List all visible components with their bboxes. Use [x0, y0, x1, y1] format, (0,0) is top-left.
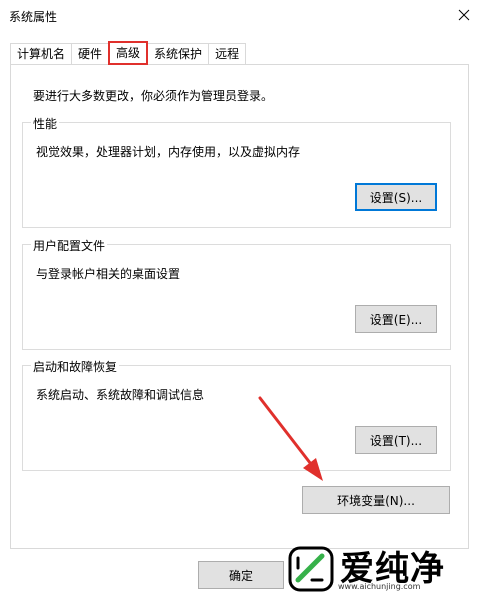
performance-description: 视觉效果，处理器计划，内存使用，以及虚拟内存 [36, 145, 301, 159]
startup-recovery-label: 启动和故障恢复 [31, 358, 120, 375]
tab-advanced[interactable]: 高级 [108, 41, 149, 65]
watermark: 爱纯净 www.aichunjing.com [278, 540, 479, 597]
environment-variables-button[interactable]: 环境变量(N)... [302, 486, 450, 514]
tab-remote[interactable]: 远程 [208, 43, 247, 64]
tab-strip: 计算机名 硬件 高级 系统保护 远程 [10, 41, 247, 65]
performance-group: 性能 视觉效果，处理器计划，内存使用，以及虚拟内存 设置(S)... [22, 115, 451, 228]
tab-computer-name[interactable]: 计算机名 [10, 43, 73, 64]
ok-button[interactable]: 确定 [198, 561, 284, 589]
user-profiles-settings-button[interactable]: 设置(E)... [355, 305, 437, 333]
admin-notice: 要进行大多数更改，你必须作为管理员登录。 [33, 89, 274, 103]
startup-recovery-settings-button[interactable]: 设置(T)... [355, 426, 437, 454]
title-bar: 系统属性 [0, 0, 479, 32]
close-icon [458, 9, 470, 21]
window-title: 系统属性 [9, 10, 58, 24]
performance-settings-button[interactable]: 设置(S)... [355, 183, 437, 211]
startup-recovery-group: 启动和故障恢复 系统启动、系统故障和调试信息 设置(T)... [22, 358, 451, 471]
close-button[interactable] [449, 0, 479, 30]
tab-hardware[interactable]: 硬件 [71, 43, 110, 64]
system-properties-dialog: 系统属性 计算机名 硬件 高级 系统保护 远程 要进行大多数更改，你必须作为管理… [0, 0, 479, 597]
tab-system-protection[interactable]: 系统保护 [147, 43, 210, 64]
aichunjing-logo-icon [288, 546, 334, 591]
watermark-text: 爱纯净 [340, 548, 445, 589]
startup-recovery-description: 系统启动、系统故障和调试信息 [36, 388, 205, 402]
watermark-url: www.aichunjing.com [338, 582, 421, 591]
user-profiles-description: 与登录帐户相关的桌面设置 [36, 267, 181, 281]
user-profiles-group: 用户配置文件 与登录帐户相关的桌面设置 设置(E)... [22, 237, 451, 350]
advanced-tab-panel: 要进行大多数更改，你必须作为管理员登录。 性能 视觉效果，处理器计划，内存使用，… [10, 64, 469, 549]
user-profiles-label: 用户配置文件 [31, 237, 108, 254]
performance-label: 性能 [31, 115, 60, 132]
